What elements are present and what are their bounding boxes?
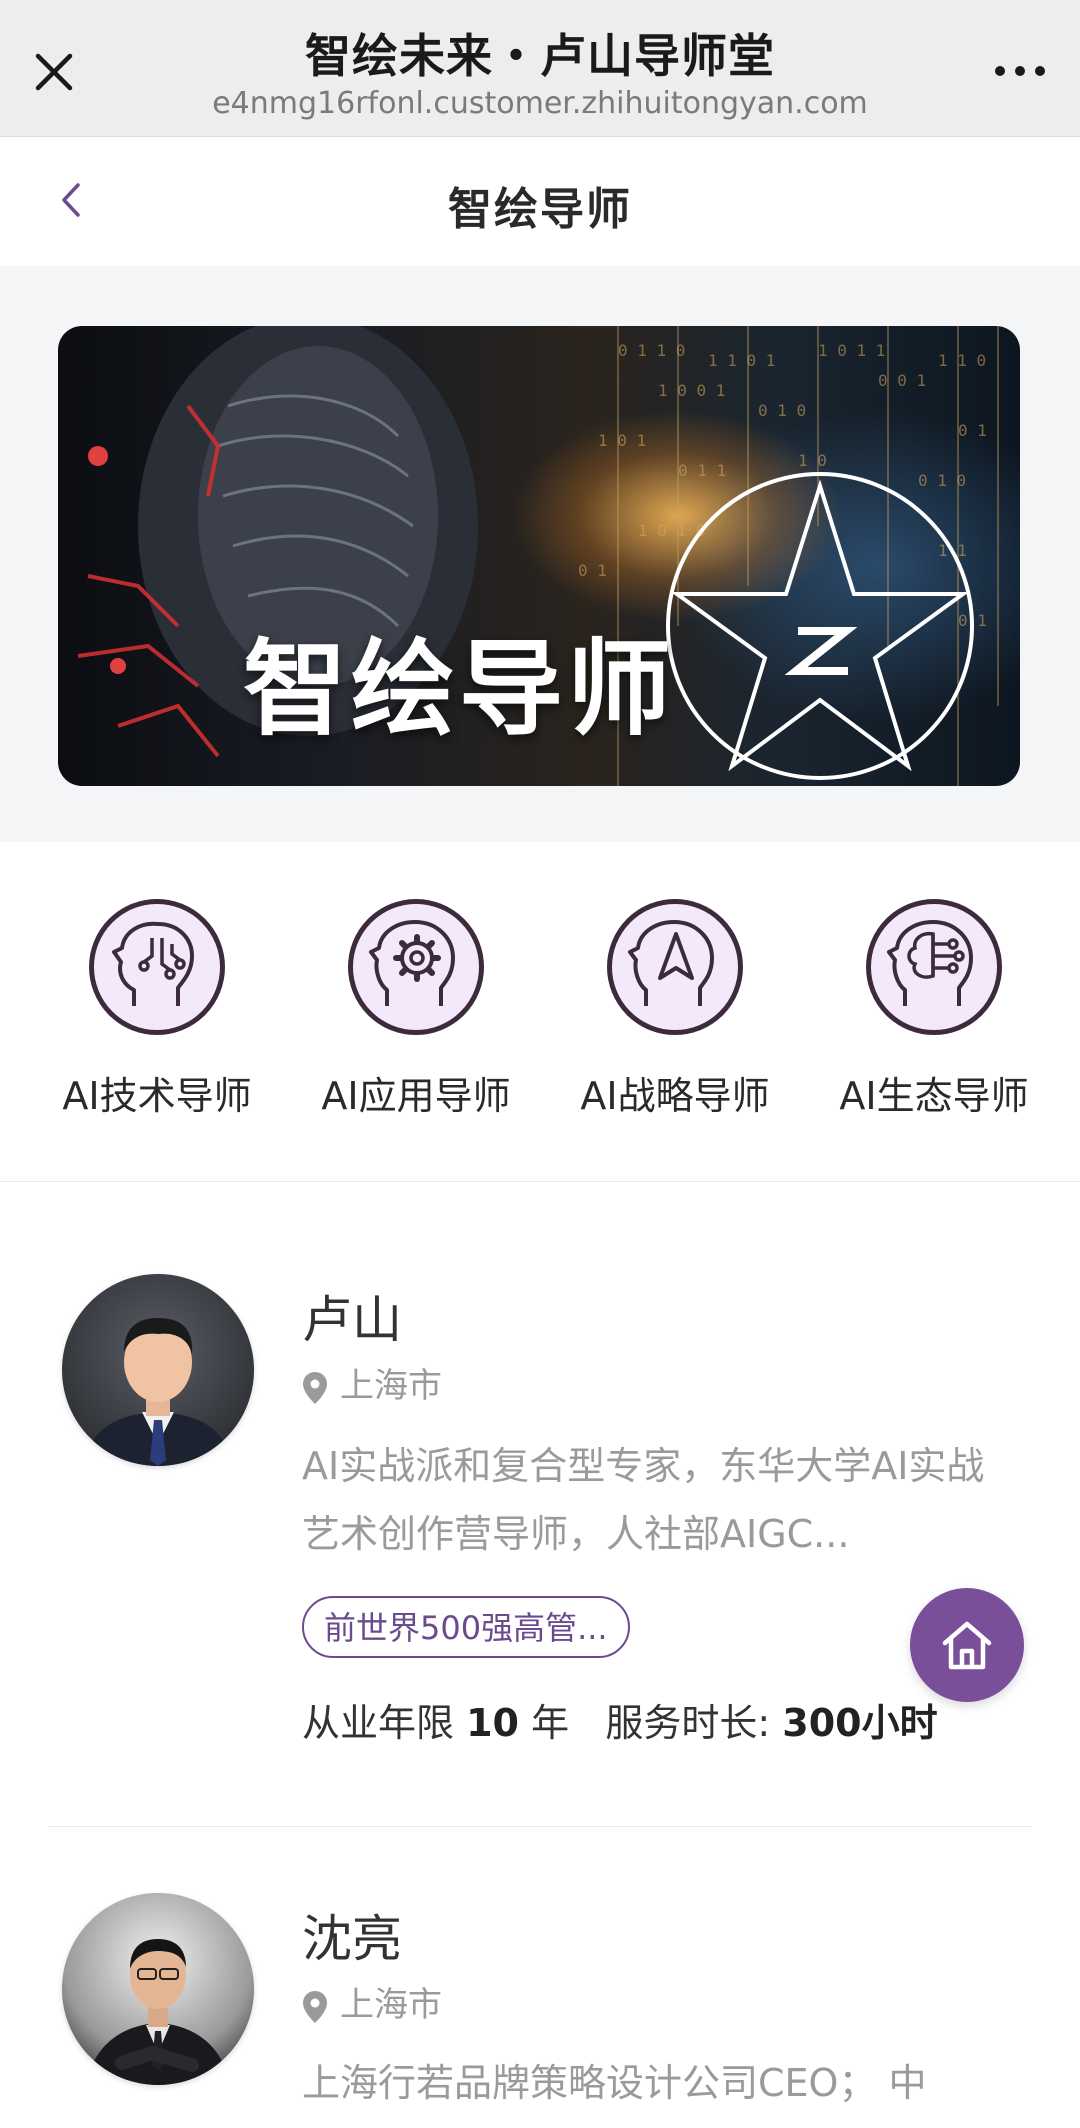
mentor-name: 卢山 bbox=[302, 1291, 402, 1349]
svg-text:0 1 1: 0 1 1 bbox=[678, 461, 726, 480]
category-label: AI战略导师 bbox=[580, 1074, 770, 1118]
category-nav: AI技术导师 AI应用导师 AI战略导师 AI生态导师 bbox=[0, 843, 1080, 1182]
svg-text:1 1 0: 1 1 0 bbox=[938, 351, 986, 370]
svg-text:0 0 1: 0 0 1 bbox=[878, 371, 926, 390]
banner-title: 智绘导师 bbox=[243, 628, 676, 750]
head-circuit-icon bbox=[89, 899, 225, 1035]
head-gear-icon bbox=[348, 899, 484, 1035]
mentor-name: 沈亮 bbox=[302, 1910, 402, 1968]
head-brain-icon bbox=[866, 899, 1002, 1035]
years-unit: 年 bbox=[531, 1701, 570, 1745]
head-compass-icon bbox=[607, 899, 743, 1035]
mentor-stats: 从业年限 10 年 服务时长: 300小时 bbox=[302, 1692, 938, 1747]
mentor-card[interactable]: 沈亮 上海市 上海行若品牌策略设计公司CEO； 中 bbox=[0, 1827, 1080, 2128]
mentor-location: 上海市 bbox=[302, 1358, 442, 1407]
svg-text:0 1: 0 1 bbox=[578, 561, 607, 580]
years-value: 10 bbox=[466, 1701, 519, 1745]
page-title: 智绘导师 bbox=[448, 184, 632, 235]
location-pin-icon bbox=[303, 1990, 327, 2023]
category-ai-application[interactable]: AI应用导师 bbox=[296, 899, 536, 1120]
location-pin-icon bbox=[303, 1371, 327, 1404]
category-ai-strategy[interactable]: AI战略导师 bbox=[555, 899, 795, 1120]
browser-bar: 智绘未来・卢山导师堂 e4nmg16rfonl.customer.zhihuit… bbox=[0, 0, 1080, 137]
hours-label: 服务时长: bbox=[605, 1701, 771, 1745]
location-text: 上海市 bbox=[340, 1985, 442, 2025]
svg-text:1 0 0 1: 1 0 0 1 bbox=[658, 381, 725, 400]
svg-text:1 0 1 1: 1 0 1 1 bbox=[818, 341, 885, 360]
banner-image[interactable]: 0 1 1 0 1 0 0 1 1 1 0 1 0 1 0 1 0 1 1 0 0 1… bbox=[58, 326, 1020, 786]
svg-text:1 0 1: 1 0 1 bbox=[598, 431, 646, 450]
banner-section: 0 1 1 0 1 0 0 1 1 1 0 1 0 1 0 1 0 1 1 0 0 1… bbox=[0, 266, 1080, 842]
home-button[interactable] bbox=[910, 1588, 1024, 1702]
category-ai-ecosystem[interactable]: AI生态导师 bbox=[814, 899, 1054, 1120]
browser-title: 智绘未来・卢山导师堂 bbox=[305, 29, 775, 83]
avatar bbox=[62, 1274, 254, 1466]
page-header: 智绘导师 bbox=[0, 137, 1080, 265]
svg-text:1 1 0 1: 1 1 0 1 bbox=[708, 351, 775, 370]
home-icon bbox=[942, 1621, 992, 1670]
mentor-card[interactable]: 卢山 上海市 AI实战派和复合型专家，东华大学AI实战艺术创作营导师，人社部AI… bbox=[0, 1182, 1080, 1826]
mentor-location: 上海市 bbox=[302, 1977, 442, 2026]
svg-text:1 0: 1 0 bbox=[798, 451, 827, 470]
category-label: AI应用导师 bbox=[321, 1074, 511, 1118]
more-icon[interactable] bbox=[990, 56, 1050, 86]
svg-text:0 1 0: 0 1 0 bbox=[758, 401, 806, 420]
browser-url: e4nmg16rfonl.customer.zhihuitongyan.com bbox=[212, 86, 868, 121]
category-label: AI生态导师 bbox=[839, 1074, 1029, 1118]
mentor-description: AI实战派和复合型专家，东华大学AI实战艺术创作营导师，人社部AIGC... bbox=[302, 1444, 985, 1556]
location-text: 上海市 bbox=[340, 1366, 442, 1406]
mentor-tag: 前世界500强高管... bbox=[302, 1596, 630, 1658]
hours-value: 300小时 bbox=[782, 1701, 938, 1745]
category-label: AI技术导师 bbox=[62, 1074, 252, 1118]
svg-text:0 1 1 0: 0 1 1 0 bbox=[618, 341, 685, 360]
mentor-description: 上海行若品牌策略设计公司CEO； 中 bbox=[302, 2061, 927, 2105]
svg-text:0 1: 0 1 bbox=[958, 421, 987, 440]
avatar bbox=[62, 1893, 254, 2085]
years-label: 从业年限 bbox=[302, 1701, 455, 1745]
category-ai-tech[interactable]: AI技术导师 bbox=[37, 899, 277, 1120]
